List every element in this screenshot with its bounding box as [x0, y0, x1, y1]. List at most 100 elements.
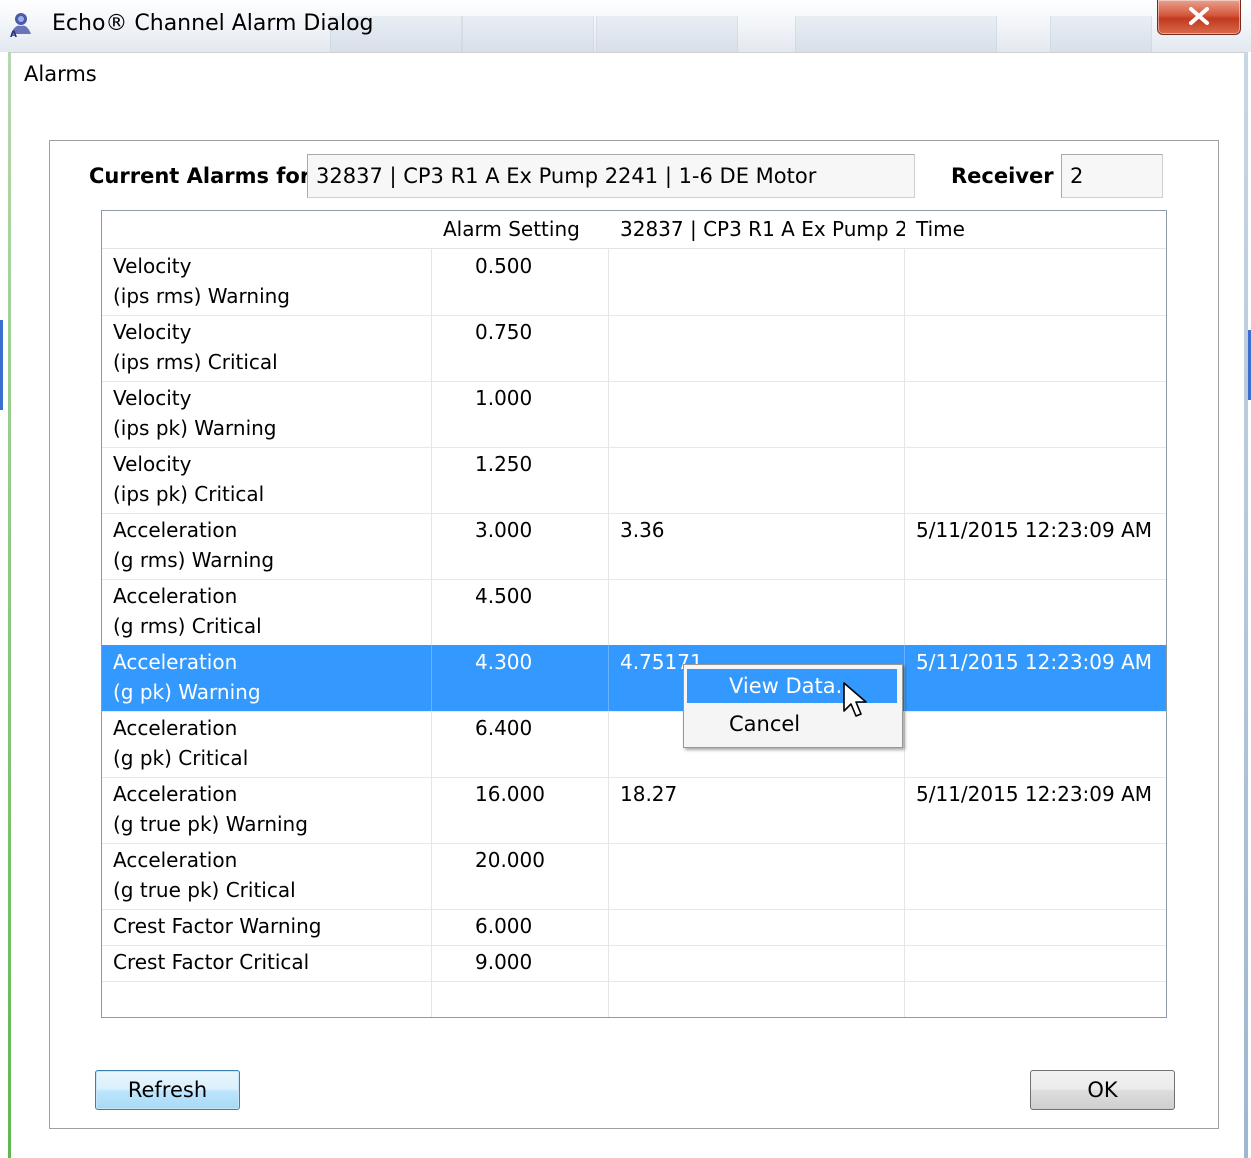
alarms-table[interactable]: Alarm Setting 32837 | CP3 R1 A Ex Pump 2…: [101, 210, 1167, 1018]
row-alarm-setting-cell[interactable]: 1.250: [432, 447, 609, 513]
row-time-cell[interactable]: [905, 447, 1166, 513]
row-alarm-setting-cell[interactable]: 4.500: [432, 579, 609, 645]
row-name-cell[interactable]: Velocity (ips pk) Warning: [102, 381, 432, 447]
table-row[interactable]: Acceleration (g pk) Warning 4.300 4.75171 5/…: [102, 645, 1166, 712]
row-alarm-setting-cell[interactable]: 3.000: [432, 513, 609, 579]
row-name-cell[interactable]: Acceleration (g rms) Critical: [102, 579, 432, 645]
svg-text:A: A: [10, 30, 17, 38]
row-value-cell[interactable]: [609, 945, 905, 981]
menu-alarms[interactable]: Alarms: [24, 62, 97, 86]
close-x-icon: [1189, 7, 1209, 25]
row-time-cell[interactable]: [905, 843, 1166, 909]
current-alarms-field[interactable]: 32837 | CP3 R1 A Ex Pump 2241 | 1-6 DE M…: [307, 154, 915, 198]
row-name-line2: (g true pk) Critical: [113, 878, 296, 902]
row-name-cell[interactable]: Crest Factor Critical: [102, 945, 432, 981]
table-row[interactable]: Acceleration (g true pk) Critical 20.000: [102, 843, 1166, 910]
row-name-cell[interactable]: Velocity (ips rms) Critical: [102, 315, 432, 381]
row-alarm-setting-cell[interactable]: 0.500: [432, 249, 609, 315]
close-button[interactable]: [1157, 0, 1241, 35]
table-row[interactable]: Crest Factor Warning 6.000: [102, 909, 1166, 946]
row-name-line2: (g rms) Warning: [113, 548, 275, 572]
row-name-line1: Acceleration: [113, 650, 238, 674]
row-alarm-setting-cell[interactable]: 4.300: [432, 645, 609, 711]
context-menu: View Data... Cancel: [683, 664, 903, 748]
row-alarm-setting-cell[interactable]: 16.000: [432, 777, 609, 843]
row-name-line1: Velocity: [113, 452, 192, 476]
receiver-label: Receiver: [951, 164, 1054, 188]
column-header-alarm-setting[interactable]: Alarm Setting: [432, 211, 609, 248]
background-window-edge: [0, 320, 3, 410]
row-time-cell[interactable]: [905, 315, 1166, 381]
row-name-cell[interactable]: Velocity (ips rms) Warning: [102, 249, 432, 315]
table-row[interactable]: Velocity (ips rms) Critical 0.750: [102, 315, 1166, 382]
menu-bar: Alarms: [11, 52, 1244, 98]
row-value-cell[interactable]: [609, 381, 905, 447]
table-row[interactable]: Acceleration (g rms) Warning 3.000 3.36 5/11…: [102, 513, 1166, 580]
column-header-name[interactable]: [102, 211, 432, 248]
row-alarm-setting-cell[interactable]: 9.000: [432, 945, 609, 981]
row-time-cell[interactable]: [905, 909, 1166, 945]
row-name-cell[interactable]: Crest Factor Warning: [102, 909, 432, 945]
row-time-cell[interactable]: [905, 579, 1166, 645]
row-time-cell[interactable]: [905, 381, 1166, 447]
row-name-line1: Acceleration: [113, 518, 238, 542]
row-alarm-setting-cell[interactable]: 20.000: [432, 843, 609, 909]
empty-cell: [432, 981, 609, 1017]
row-value-cell[interactable]: 18.27: [609, 777, 905, 843]
table-row[interactable]: Velocity (ips pk) Warning 1.000: [102, 381, 1166, 448]
row-value-cell[interactable]: [609, 909, 905, 945]
table-row[interactable]: Acceleration (g true pk) Warning 16.000 18.…: [102, 777, 1166, 844]
row-time-cell[interactable]: [905, 711, 1166, 777]
ok-button[interactable]: OK: [1030, 1070, 1175, 1110]
table-empty-area: [102, 981, 1166, 1017]
row-name-line2: (g rms) Critical: [113, 614, 262, 638]
row-name-line2: (ips rms) Warning: [113, 284, 290, 308]
row-name-line1: Acceleration: [113, 584, 238, 608]
empty-cell: [609, 981, 905, 1017]
row-time-cell[interactable]: [905, 249, 1166, 315]
column-header-time[interactable]: Time: [905, 211, 1166, 248]
table-row[interactable]: Velocity (ips pk) Critical 1.250: [102, 447, 1166, 514]
row-time-cell[interactable]: 5/11/2015 12:23:09 AM: [905, 777, 1166, 843]
table-row[interactable]: Acceleration (g pk) Critical 6.400: [102, 711, 1166, 778]
row-alarm-setting-cell[interactable]: 6.000: [432, 909, 609, 945]
row-alarm-setting-cell[interactable]: 6.400: [432, 711, 609, 777]
row-value-cell[interactable]: [609, 315, 905, 381]
row-alarm-setting-cell[interactable]: 1.000: [432, 381, 609, 447]
window-title: Echo® Channel Alarm Dialog: [52, 11, 374, 36]
row-value-cell[interactable]: [609, 579, 905, 645]
row-name-line1: Acceleration: [113, 848, 238, 872]
row-name-line1: Crest Factor Warning: [113, 914, 322, 938]
row-name-cell[interactable]: Acceleration (g true pk) Critical: [102, 843, 432, 909]
empty-cell: [102, 981, 432, 1017]
empty-cell: [905, 981, 1166, 1017]
receiver-field[interactable]: 2: [1061, 154, 1163, 198]
table-row[interactable]: Crest Factor Critical 9.000: [102, 945, 1166, 982]
row-name-cell[interactable]: Acceleration (g rms) Warning: [102, 513, 432, 579]
row-name-cell[interactable]: Velocity (ips pk) Critical: [102, 447, 432, 513]
row-alarm-setting-cell[interactable]: 0.750: [432, 315, 609, 381]
table-row[interactable]: Acceleration (g rms) Critical 4.500: [102, 579, 1166, 646]
row-time-cell[interactable]: 5/11/2015 12:23:09 AM: [905, 513, 1166, 579]
echo-app-icon[interactable]: A: [9, 12, 35, 40]
row-name-line2: (ips pk) Warning: [113, 416, 277, 440]
column-header-channel[interactable]: 32837 | CP3 R1 A Ex Pump 2241 | 1-6 DE M…: [609, 211, 905, 248]
row-name-cell[interactable]: Acceleration (g true pk) Warning: [102, 777, 432, 843]
mouse-cursor-icon: [843, 682, 867, 717]
row-value-cell[interactable]: [609, 447, 905, 513]
refresh-button[interactable]: Refresh: [95, 1070, 240, 1110]
row-value-cell[interactable]: [609, 249, 905, 315]
row-name-line1: Crest Factor Critical: [113, 950, 310, 974]
row-name-cell[interactable]: Acceleration (g pk) Warning: [102, 645, 432, 711]
row-value-cell[interactable]: [609, 843, 905, 909]
title-bar: A Echo® Channel Alarm Dialog: [0, 0, 1251, 52]
row-value-cell[interactable]: 3.36: [609, 513, 905, 579]
current-alarms-label: Current Alarms for: [89, 164, 311, 188]
row-time-cell[interactable]: 5/11/2015 12:23:09 AM: [905, 645, 1166, 711]
row-name-line1: Acceleration: [113, 716, 238, 740]
row-time-cell[interactable]: [905, 945, 1166, 981]
row-name-line2: (g true pk) Warning: [113, 812, 308, 836]
table-row[interactable]: Velocity (ips rms) Warning 0.500: [102, 249, 1166, 316]
row-name-line1: Acceleration: [113, 782, 238, 806]
row-name-cell[interactable]: Acceleration (g pk) Critical: [102, 711, 432, 777]
